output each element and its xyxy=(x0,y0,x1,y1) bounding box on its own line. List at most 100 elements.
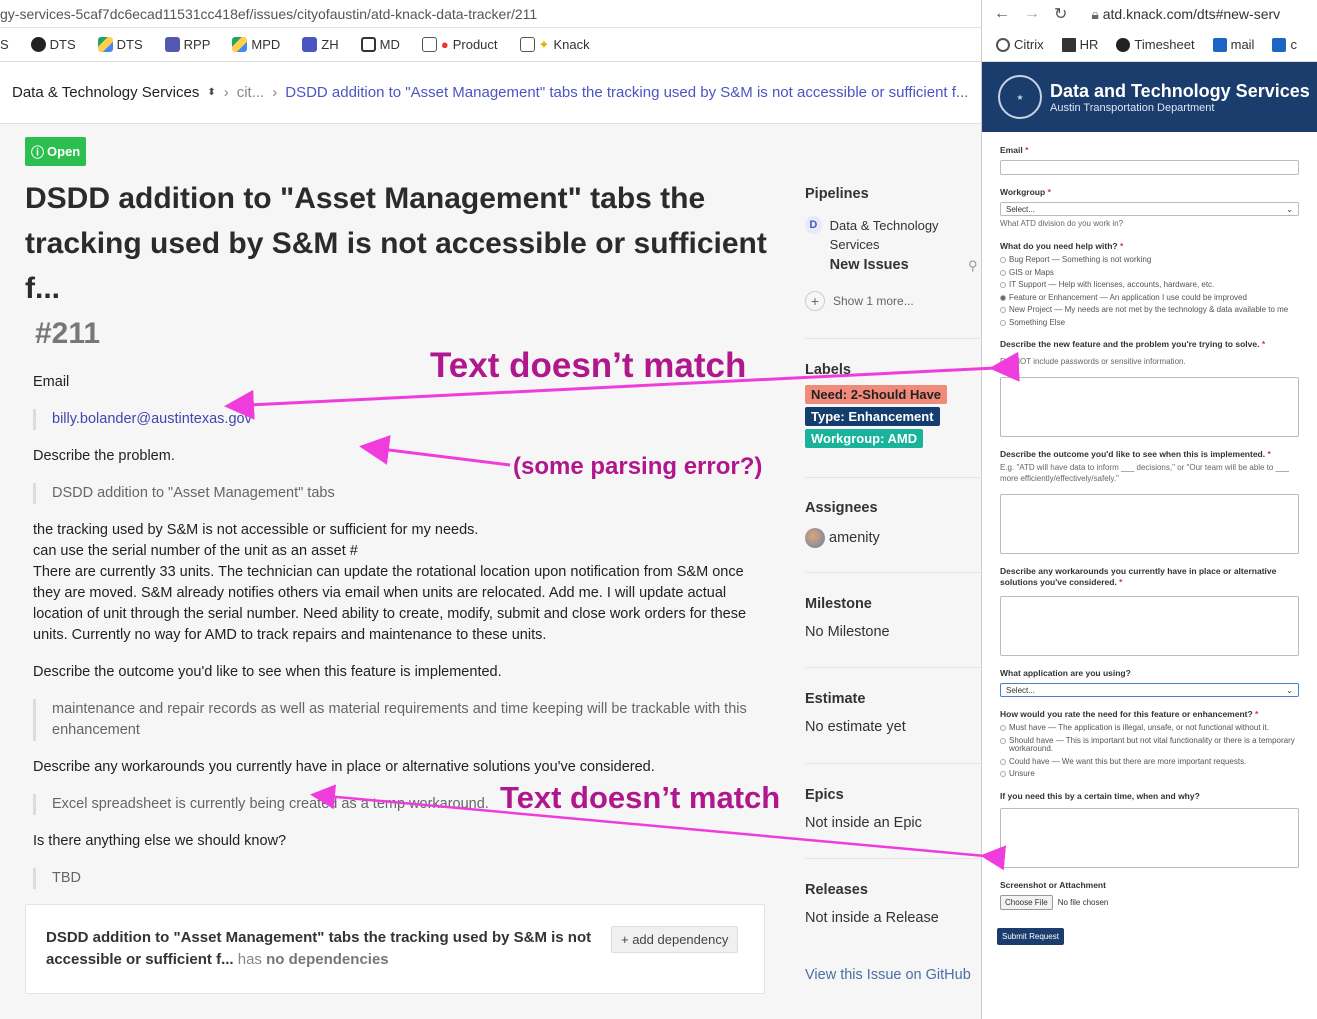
bookmark-dts-github[interactable]: DTS xyxy=(30,37,76,52)
estimate-value[interactable]: No estimate yet xyxy=(805,719,980,735)
radio-button[interactable] xyxy=(1000,307,1006,313)
estimate-section: Estimate No estimate yet xyxy=(805,691,980,735)
workaround-label: Describe any workarounds you currently h… xyxy=(33,759,655,775)
bookmark-zh[interactable]: ZH xyxy=(302,37,339,52)
assignee[interactable]: amenity xyxy=(805,528,980,548)
add-dependency-button[interactable]: + add dependency xyxy=(611,926,739,953)
help-option[interactable]: Something Else xyxy=(1000,318,1299,328)
rate-option[interactable]: Must have — The application is illegal, … xyxy=(1000,723,1299,733)
time-label: If you need this by a certain time, when… xyxy=(1000,790,1200,801)
help-option[interactable]: New Project — My needs are not met by th… xyxy=(1000,305,1299,315)
time-textarea[interactable] xyxy=(1000,807,1299,868)
dependency-text: DSDD addition to "Asset Management" tabs… xyxy=(46,929,592,968)
help-option[interactable]: Bug Report — Something is not working xyxy=(1000,255,1299,265)
address-bar[interactable]: 🔒︎ atd.knack.com/dts#new-serv xyxy=(1091,6,1280,23)
help-option[interactable]: IT Support — Help with licenses, account… xyxy=(1000,280,1299,290)
app-label: What application are you using? xyxy=(1000,668,1131,678)
breadcrumb-repo[interactable]: cit... xyxy=(237,84,265,101)
github-icon xyxy=(30,37,46,52)
request-form: Email * Workgroup * Select... ⌄ What ATD … xyxy=(982,132,1317,945)
submit-button[interactable]: Submit Request xyxy=(997,927,1064,945)
annotation-text-mismatch-1: Text doesn’t match xyxy=(430,346,747,385)
bookmark-knack[interactable]: ✦ Knack xyxy=(519,37,590,53)
divider xyxy=(805,572,980,573)
plus-icon: + xyxy=(805,291,825,311)
outcome-label: Describe the outcome you'd like to see w… xyxy=(33,664,502,680)
back-icon[interactable]: ← xyxy=(994,5,1010,23)
divider xyxy=(805,763,980,764)
radio-button[interactable] xyxy=(1000,269,1006,276)
bookmark-timesheet[interactable]: Timesheet xyxy=(1116,37,1195,53)
workgroup-hint: What ATD division do you work in? xyxy=(1000,219,1124,228)
address-bar[interactable]: gy-services-5caf7dc6ecad11531cc418ef/iss… xyxy=(0,0,981,28)
avatar xyxy=(805,528,825,548)
radio-button[interactable] xyxy=(1000,294,1006,301)
url-text: gy-services-5caf7dc6ecad11531cc418ef/iss… xyxy=(0,5,538,22)
pin-icon[interactable]: ⚲ xyxy=(968,258,978,274)
pipelines-title: Pipelines xyxy=(805,186,869,202)
workgroup-select[interactable]: Select... ⌄ xyxy=(1000,202,1299,216)
feature-textarea[interactable] xyxy=(1000,377,1299,437)
bookmark-c[interactable]: c xyxy=(1272,37,1297,53)
no-file-text: No file chosen xyxy=(1057,897,1109,907)
bookmark-citrix[interactable]: Citrix xyxy=(996,37,1044,53)
folder-icon xyxy=(421,37,437,52)
milestone-value[interactable]: No Milestone xyxy=(805,624,980,640)
milestone-section: Milestone No Milestone xyxy=(805,596,980,640)
drive-icon xyxy=(232,37,248,52)
app-select[interactable]: Select... ⌄ xyxy=(1000,683,1299,697)
email-field[interactable] xyxy=(1000,160,1299,175)
problem-text-2: can use the serial number of the unit as… xyxy=(33,543,358,559)
bookmark-s[interactable]: S xyxy=(0,37,9,52)
chevron-right-icon: › xyxy=(223,84,229,101)
lock-icon: 🔒︎ xyxy=(1091,5,1099,22)
label-need[interactable]: Need: 2-Should Have xyxy=(805,385,948,404)
label-workgroup[interactable]: Workgroup: AMD xyxy=(805,429,924,448)
divider xyxy=(805,858,980,859)
view-on-github-link[interactable]: View this Issue on GitHub xyxy=(805,967,971,983)
rate-option[interactable]: Could have — We want this but there are … xyxy=(1000,757,1299,767)
attachment-label: Screenshot or Attachment xyxy=(1000,879,1106,890)
annotation-text-mismatch-2: Text doesn’t match xyxy=(500,780,781,815)
citrix-icon xyxy=(996,38,1010,53)
outcome-textarea[interactable] xyxy=(1000,494,1299,554)
choose-file-button[interactable]: Choose File xyxy=(1000,894,1053,910)
help-option[interactable]: GIS or Maps xyxy=(1000,268,1299,278)
bookmark-dts-drive[interactable]: DTS xyxy=(97,37,143,52)
bookmark-md[interactable]: MD xyxy=(360,37,400,52)
radio-button[interactable] xyxy=(1000,282,1006,288)
bookmarks-bar: Citrix HR Timesheet mail c xyxy=(982,28,1317,62)
label-type[interactable]: Type: Enhancement xyxy=(805,407,940,426)
radio-button[interactable] xyxy=(1000,771,1006,777)
forward-icon[interactable]: → xyxy=(1024,5,1040,23)
pipeline-row[interactable]: D Data & Technology Services New Issues xyxy=(805,216,980,273)
rate-option[interactable]: Unsure xyxy=(1000,769,1299,779)
show-more-button[interactable]: + Show 1 more... xyxy=(805,291,980,311)
rate-option[interactable]: Should have — This is important but not … xyxy=(1000,736,1299,754)
releases-value[interactable]: Not inside a Release xyxy=(805,910,980,926)
workaround-textarea[interactable] xyxy=(1000,596,1299,656)
reload-icon[interactable]: ↻ xyxy=(1054,4,1067,24)
email-value[interactable]: billy.bolander@austintexas.gov xyxy=(33,409,763,430)
bookmark-hr[interactable]: HR xyxy=(1061,37,1098,53)
help-option-selected[interactable]: Feature or Enhancement — An application … xyxy=(1000,293,1299,303)
bookmark-rpp[interactable]: RPP xyxy=(164,37,210,52)
radio-button[interactable] xyxy=(1000,758,1006,765)
breadcrumb-issue[interactable]: DSDD addition to "Asset Management" tabs… xyxy=(285,84,968,101)
assignees-title: Assignees xyxy=(805,500,878,516)
issue-title: DSDD addition to "Asset Management" tabs… xyxy=(25,182,767,350)
epics-value[interactable]: Not inside an Epic xyxy=(805,815,980,831)
bookmark-mpd[interactable]: MPD xyxy=(232,37,280,52)
radio-button[interactable] xyxy=(1000,257,1006,263)
help-label: What do you need help with? * xyxy=(1000,241,1124,251)
updown-icon[interactable]: ⬍ xyxy=(207,87,215,98)
radio-button[interactable] xyxy=(1000,319,1006,326)
breadcrumb-workspace[interactable]: Data & Technology Services xyxy=(12,84,199,101)
radio-button[interactable] xyxy=(1000,737,1006,744)
notebook-icon xyxy=(360,37,376,52)
radio-button[interactable] xyxy=(1000,725,1006,731)
bookmark-mail[interactable]: mail xyxy=(1212,37,1254,53)
bookmark-product[interactable]: ● Product xyxy=(421,37,498,52)
bookmarks-bar: S DTS DTS RPP MPD ZH MD ● Product ✦ Knack xyxy=(0,28,981,62)
chevron-right-icon: › xyxy=(272,84,278,101)
